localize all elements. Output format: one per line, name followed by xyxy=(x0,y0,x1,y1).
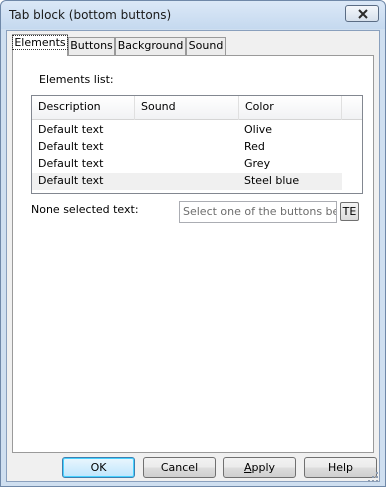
list-header: Description Sound Color xyxy=(32,96,362,120)
list-item[interactable]: Default text Red xyxy=(32,139,342,156)
apply-label: pply xyxy=(251,461,276,474)
cell-color: Olive xyxy=(244,123,273,136)
title-bar: Tab block (bottom buttons) xyxy=(1,1,385,29)
ok-button[interactable]: OK xyxy=(62,457,135,478)
cell-color: Steel blue xyxy=(244,174,300,187)
cancel-button[interactable]: Cancel xyxy=(143,457,216,478)
dialog-window: Tab block (bottom buttons) Elements Butt… xyxy=(0,0,386,487)
text-editor-button[interactable]: TE xyxy=(340,202,359,221)
cell-color: Red xyxy=(244,140,265,153)
tab-background-label: Background xyxy=(117,39,184,52)
resize-grip-icon[interactable] xyxy=(367,471,379,483)
dialog-client-area: Elements Buttons Background Sound Elemen… xyxy=(6,30,380,482)
tab-sound-label: Sound xyxy=(188,39,224,52)
close-icon xyxy=(358,9,368,19)
tab-elements-label: Elements xyxy=(12,35,68,50)
apply-accelerator: A xyxy=(243,461,252,474)
elements-listview[interactable]: Description Sound Color Default text Oli… xyxy=(31,95,363,194)
cell-color: Grey xyxy=(244,157,271,170)
cell-description: Default text xyxy=(38,174,104,187)
tab-buttons-label: Buttons xyxy=(70,39,113,52)
tab-buttons[interactable]: Buttons xyxy=(68,37,115,55)
cell-description: Default text xyxy=(38,140,104,153)
column-header-color[interactable]: Color xyxy=(239,96,342,120)
list-item[interactable]: Default text Olive xyxy=(32,122,342,139)
window-title: Tab block (bottom buttons) xyxy=(9,8,172,22)
none-selected-text-input[interactable]: Select one of the buttons below xyxy=(179,201,337,223)
none-selected-label: None selected text: xyxy=(31,203,139,216)
close-button[interactable] xyxy=(345,5,379,22)
tab-background[interactable]: Background xyxy=(115,37,186,55)
elements-list-label: Elements list: xyxy=(39,73,114,86)
tab-elements[interactable]: Elements xyxy=(12,34,68,56)
tab-sound[interactable]: Sound xyxy=(186,37,226,55)
list-item[interactable]: Default text Steel blue xyxy=(32,173,342,190)
column-header-sound[interactable]: Sound xyxy=(135,96,239,120)
apply-button[interactable]: Apply xyxy=(223,457,296,478)
list-item[interactable]: Default text Grey xyxy=(32,156,342,173)
column-header-description[interactable]: Description xyxy=(32,96,135,120)
cell-description: Default text xyxy=(38,123,104,136)
cell-description: Default text xyxy=(38,157,104,170)
